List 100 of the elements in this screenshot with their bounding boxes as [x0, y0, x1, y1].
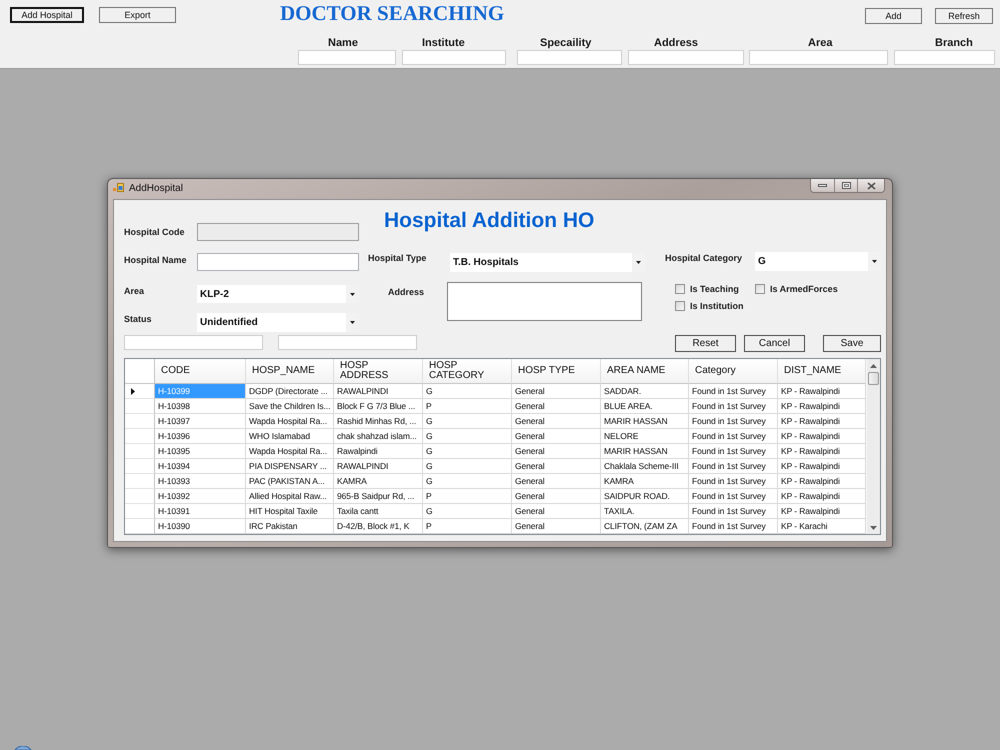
table-cell: G: [423, 474, 512, 489]
column-header[interactable]: HOSP_NAME: [246, 359, 334, 384]
add-button[interactable]: Add: [865, 8, 922, 24]
column-header[interactable]: AREA NAME: [601, 359, 689, 384]
table-cell: P: [423, 519, 512, 534]
reset-button[interactable]: Reset: [675, 335, 736, 352]
hospital-name-field[interactable]: [197, 253, 359, 271]
table-cell: General: [512, 414, 601, 429]
table-cell: H-10396: [155, 429, 246, 444]
table-cell: 965-B Saidpur Rd, ...: [334, 489, 423, 504]
input-field[interactable]: [124, 335, 263, 350]
minimize-button[interactable]: [811, 179, 834, 192]
table-cell: HIT Hospital Taxile: [246, 504, 334, 519]
table-cell: WHO Islamabad: [246, 429, 334, 444]
add-hospital-button[interactable]: Add Hospital: [10, 7, 84, 23]
field-label: Hospital Code: [124, 226, 185, 238]
table-cell: KP - Rawalpindi: [778, 399, 866, 414]
search-label: Name: [328, 37, 358, 50]
scroll-down-arrow-icon[interactable]: [870, 526, 877, 530]
orb-icon[interactable]: [14, 746, 32, 750]
field-label: Hospital Category: [665, 252, 742, 264]
table-cell: G: [423, 504, 512, 519]
app-title: DOCTOR SEARCHING: [280, 2, 504, 24]
column-header[interactable]: HOSP CATEGORY: [423, 359, 512, 384]
export-button[interactable]: Export: [99, 7, 176, 23]
table-cell: MARIR HASSAN: [601, 414, 689, 429]
table-cell: Found in 1st Survey: [689, 489, 778, 504]
vertical-scrollbar[interactable]: [866, 359, 880, 534]
table-cell: Chaklala Scheme-III: [601, 459, 689, 474]
table-cell: H-10395: [155, 444, 246, 459]
address-field[interactable]: [447, 282, 642, 321]
checkbox-label[interactable]: Is Institution: [690, 301, 744, 311]
table-cell: Allied Hospital Raw...: [246, 489, 334, 504]
table-cell: H-10392: [155, 489, 246, 504]
field-label: Hospital Name: [124, 254, 187, 266]
table-cell: KP - Rawalpindi: [778, 444, 866, 459]
form-heading: Hospital Addition HO: [384, 209, 594, 233]
table-cell: G: [423, 459, 512, 474]
cancel-button[interactable]: Cancel: [744, 335, 805, 352]
column-header[interactable]: HOSP ADDRESS: [334, 359, 423, 384]
table-cell: KAMRA: [601, 474, 689, 489]
hospital-type-dropdown[interactable]: T.B. Hospitals: [450, 253, 645, 272]
close-button[interactable]: [857, 179, 884, 192]
table-cell: G: [423, 384, 512, 399]
checkbox-label[interactable]: Is Teaching: [690, 284, 739, 294]
table-cell: KP - Karachi: [778, 519, 866, 534]
table-cell: KP - Rawalpindi: [778, 504, 866, 519]
search-field[interactable]: [749, 50, 888, 65]
status-dropdown[interactable]: Unidentified: [197, 313, 359, 332]
row-header[interactable]: [125, 384, 155, 399]
table-cell: General: [512, 519, 601, 534]
table-cell: SAIDPUR ROAD.: [601, 489, 689, 504]
table-cell: G: [423, 414, 512, 429]
area-dropdown[interactable]: KLP-2: [197, 285, 359, 303]
hospital-category-dropdown[interactable]: G: [755, 252, 881, 271]
table-cell: Wapda Hospital Ra...: [246, 414, 334, 429]
scrollbar-thumb[interactable]: [868, 372, 879, 385]
maximize-button[interactable]: [834, 179, 857, 192]
scroll-up-arrow-icon[interactable]: [870, 364, 877, 368]
table-cell: IRC Pakistan: [246, 519, 334, 534]
column-header[interactable]: DIST_NAME: [778, 359, 866, 384]
field-label: Address: [388, 286, 424, 298]
maximize-icon: [842, 182, 850, 189]
table-cell: KP - Rawalpindi: [778, 459, 866, 474]
checkbox[interactable]: [755, 284, 765, 294]
search-field[interactable]: [402, 50, 506, 65]
refresh-button[interactable]: Refresh: [935, 8, 993, 24]
table-cell: KP - Rawalpindi: [778, 384, 866, 399]
table-cell: H-10394: [155, 459, 246, 474]
checkbox[interactable]: [675, 284, 685, 294]
column-header[interactable]: Category: [689, 359, 778, 384]
search-label: Specaility: [540, 37, 592, 50]
window-title: AddHospital: [129, 182, 183, 196]
save-button[interactable]: Save: [823, 335, 881, 352]
search-field[interactable]: [517, 50, 622, 65]
column-header[interactable]: CODE: [155, 359, 246, 384]
table-cell: PAC (PAKISTAN A...: [246, 474, 334, 489]
checkbox[interactable]: [675, 301, 685, 311]
table-cell: General: [512, 504, 601, 519]
table-cell: Found in 1st Survey: [689, 459, 778, 474]
table-cell: P: [423, 489, 512, 504]
search-label: Address: [654, 37, 698, 50]
table-cell: General: [512, 399, 601, 414]
checkbox-label[interactable]: Is ArmedForces: [770, 284, 838, 294]
table-cell: General: [512, 429, 601, 444]
table-cell: BLUE AREA.: [601, 399, 689, 414]
input-field[interactable]: [278, 335, 417, 350]
table-cell: General: [512, 444, 601, 459]
table-cell: KP - Rawalpindi: [778, 429, 866, 444]
table-cell: Taxila cantt: [334, 504, 423, 519]
table-cell: H-10397: [155, 414, 246, 429]
caret-down-icon: [636, 261, 641, 264]
search-field[interactable]: [894, 50, 995, 65]
table-cell: H-10393: [155, 474, 246, 489]
search-field[interactable]: [628, 50, 744, 65]
column-header[interactable]: HOSP TYPE: [512, 359, 601, 384]
search-field[interactable]: [298, 50, 396, 65]
table-cell: H-10391: [155, 504, 246, 519]
table-cell: Found in 1st Survey: [689, 444, 778, 459]
table-cell: Found in 1st Survey: [689, 384, 778, 399]
